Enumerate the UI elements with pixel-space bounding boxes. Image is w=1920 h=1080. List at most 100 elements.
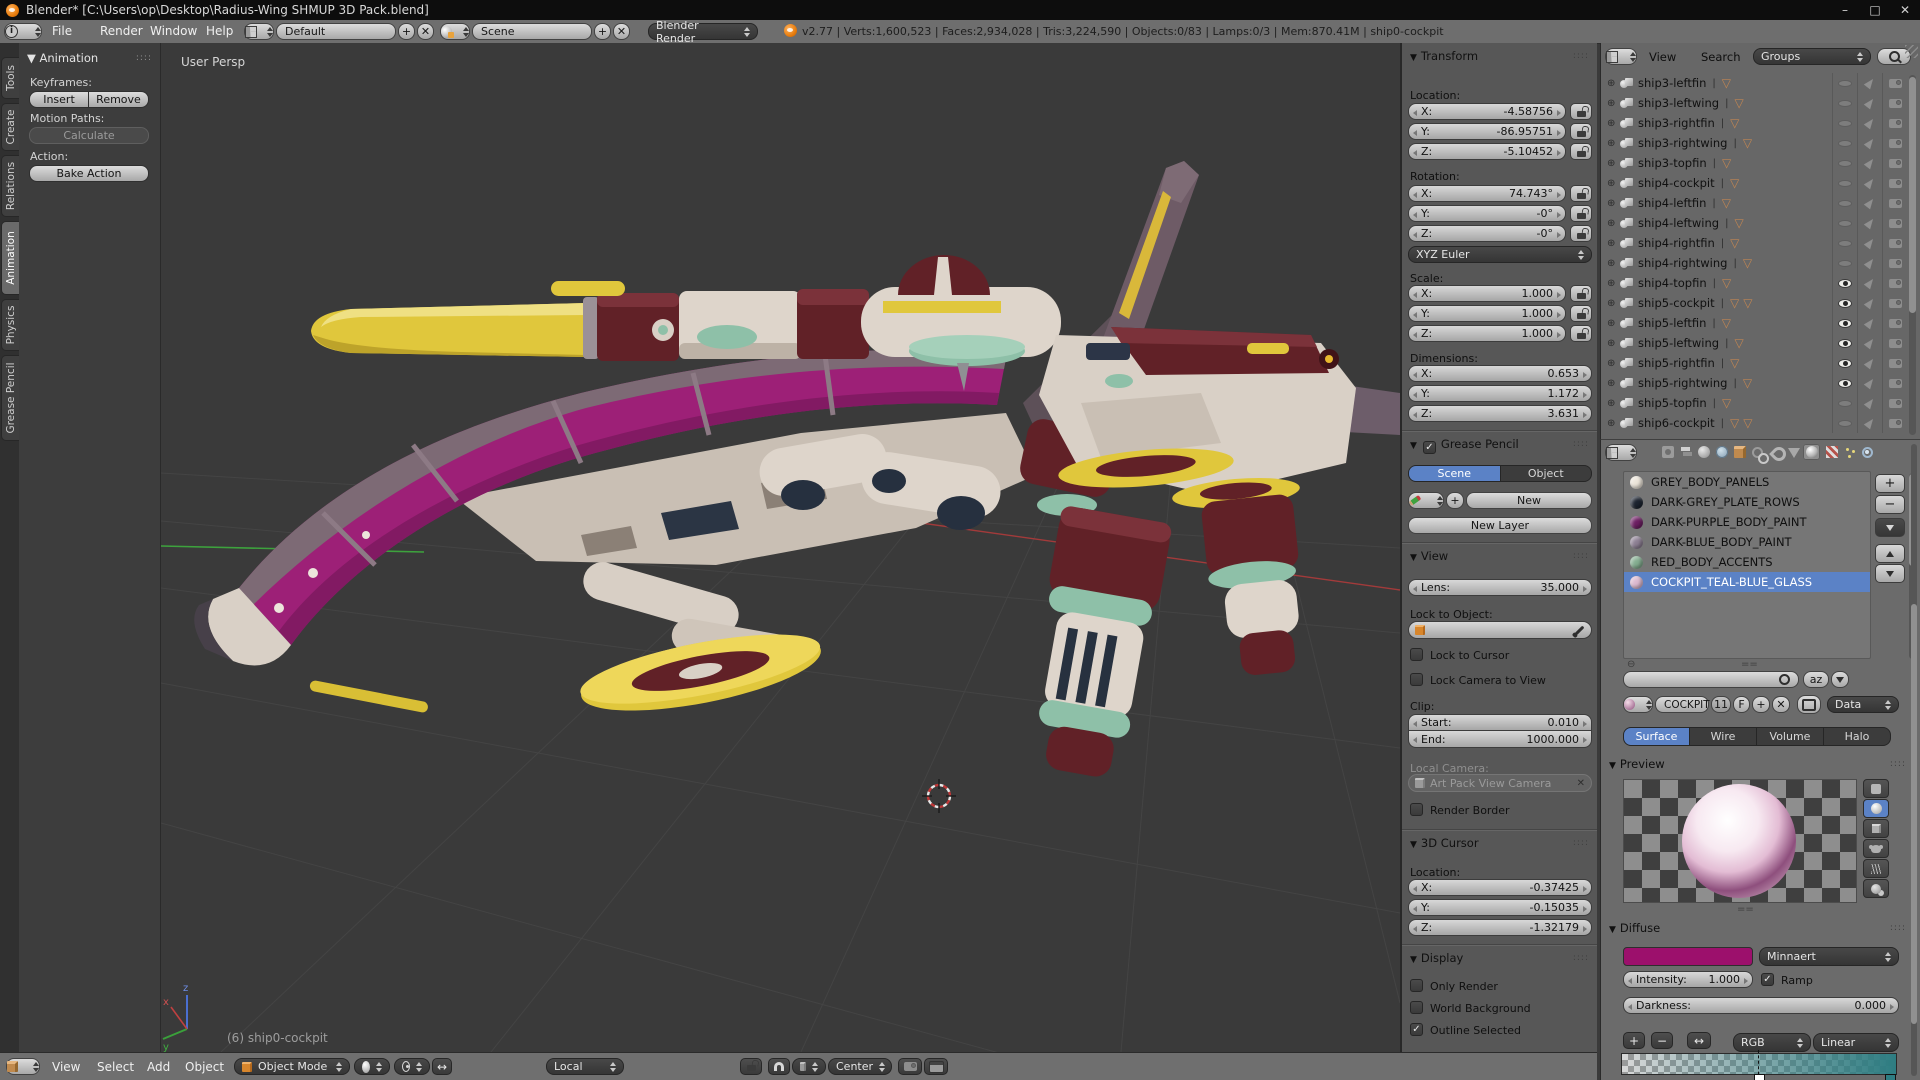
fake-user-button[interactable]: F — [1733, 696, 1750, 713]
outliner-view-menu[interactable]: View — [1649, 50, 1676, 64]
preview-cube-button[interactable] — [1863, 819, 1889, 838]
outliner-item[interactable]: ⊕ship3-rightwing|▽ — [1601, 133, 1907, 153]
display-panel-header[interactable]: ▼Display — [1410, 951, 1463, 965]
renderability-camera-icon[interactable] — [1889, 79, 1902, 88]
lock-camera-checkbox[interactable] — [1410, 673, 1423, 686]
diffuse-intensity-field[interactable]: Intensity:1.000 — [1623, 971, 1753, 988]
number-field[interactable]: Z:-5.10452 — [1408, 143, 1566, 160]
object-name[interactable]: ship5-leftfin — [1638, 316, 1706, 330]
renderability-camera-icon[interactable] — [1889, 359, 1902, 368]
add-material-slot-button[interactable]: + — [1875, 474, 1905, 493]
move-slot-up-button[interactable] — [1875, 544, 1905, 563]
list-collapse-icon[interactable]: ⊖ — [1627, 659, 1635, 670]
panel-drag-dots[interactable]: :::: — [136, 53, 152, 63]
tab-physics[interactable]: Physics — [1, 299, 19, 351]
selectability-cursor-icon[interactable] — [1864, 197, 1876, 210]
tab-object[interactable] — [1731, 444, 1748, 460]
outliner-scrollbar[interactable] — [1909, 75, 1916, 435]
panel-drag-dots[interactable]: :::: — [1890, 759, 1906, 769]
tab-animation[interactable]: Animation — [1, 221, 19, 295]
expand-icon[interactable]: ⊕ — [1607, 98, 1620, 109]
panel-drag-dots[interactable]: :::: — [1573, 838, 1589, 848]
outliner-item[interactable]: ⊕ship4-leftwing|▽ — [1601, 213, 1907, 233]
renderability-camera-icon[interactable] — [1889, 219, 1902, 228]
panel-drag-dots[interactable]: :::: — [1573, 51, 1589, 61]
only-render-checkbox[interactable] — [1410, 979, 1423, 992]
clip-end-field[interactable]: End:1000.000 — [1408, 731, 1592, 748]
material-slot[interactable]: DARK-BLUE_BODY_PAINT — [1624, 532, 1870, 552]
selectability-cursor-icon[interactable] — [1864, 137, 1876, 150]
rotation-mode-dropdown[interactable]: XYZ Euler — [1408, 246, 1592, 263]
object-name[interactable]: ship4-leftwing — [1638, 216, 1719, 230]
outliner-item[interactable]: ⊕ship5-rightfin|▽ — [1601, 353, 1907, 373]
cursor-panel-header[interactable]: ▼3D Cursor — [1410, 836, 1479, 850]
outliner-item[interactable]: ⊕ship3-rightfin|▽ — [1601, 113, 1907, 133]
expand-icon[interactable]: ⊕ — [1607, 318, 1620, 329]
corner-resize-grip[interactable] — [1905, 45, 1918, 58]
object-name[interactable]: ship4-rightfin — [1638, 236, 1715, 250]
renderability-camera-icon[interactable] — [1889, 199, 1902, 208]
visibility-eye-icon[interactable] — [1838, 299, 1852, 308]
object-name[interactable]: ship5-rightwing — [1638, 376, 1727, 390]
visibility-eye-icon[interactable] — [1838, 420, 1852, 427]
object-name[interactable]: ship3-leftfin — [1638, 76, 1706, 90]
lock-transform-button[interactable] — [1570, 325, 1592, 342]
delete-layout-button[interactable]: ✕ — [417, 23, 434, 40]
visibility-eye-icon[interactable] — [1838, 400, 1852, 407]
ramp-handle-end[interactable] — [1890, 1050, 1891, 1080]
tab-grease-pencil[interactable]: Grease Pencil — [1, 355, 19, 441]
selectability-cursor-icon[interactable] — [1864, 217, 1876, 230]
number-field[interactable]: X:-0.37425 — [1408, 879, 1592, 896]
panel-drag-dots[interactable]: :::: — [1573, 953, 1589, 963]
grease-pencil-checkbox[interactable]: ✓ — [1423, 441, 1436, 454]
object-name[interactable]: ship5-rightfin — [1638, 356, 1715, 370]
expand-icon[interactable]: ⊕ — [1607, 298, 1620, 309]
clip-start-field[interactable]: Start:0.010 — [1408, 714, 1592, 731]
number-field[interactable]: Z:1.000 — [1408, 325, 1566, 342]
lock-transform-button[interactable] — [1570, 225, 1592, 242]
unlink-material-button[interactable]: ✕ — [1772, 696, 1790, 713]
local-camera-field[interactable]: Art Pack View Camera✕ — [1408, 774, 1592, 792]
diffuse-color-swatch[interactable] — [1623, 947, 1753, 966]
filter-dropdown-button[interactable] — [1831, 671, 1849, 688]
outliner-item[interactable]: ⊕ship5-cockpit|▽▽ — [1601, 293, 1907, 313]
grease-pencil-panel-header[interactable]: ▼✓Grease Pencil — [1410, 437, 1519, 454]
outliner-item[interactable]: ⊕ship4-cockpit|▽ — [1601, 173, 1907, 193]
lock-to-scene-button[interactable] — [740, 1058, 762, 1075]
node-editor-button[interactable] — [1797, 695, 1821, 714]
tab-object-data[interactable] — [1785, 444, 1802, 460]
selectability-cursor-icon[interactable] — [1864, 117, 1876, 130]
selectability-cursor-icon[interactable] — [1864, 297, 1876, 310]
tab-material[interactable] — [1803, 444, 1820, 460]
tab-relations[interactable]: Relations — [1, 155, 19, 217]
visibility-eye-icon[interactable] — [1838, 339, 1852, 348]
renderability-camera-icon[interactable] — [1889, 119, 1902, 128]
expand-icon[interactable]: ⊕ — [1607, 338, 1620, 349]
material-search-field[interactable] — [1623, 671, 1799, 688]
selectability-cursor-icon[interactable] — [1864, 377, 1876, 390]
menu-select[interactable]: Select — [97, 1060, 134, 1074]
viewport-3d[interactable]: z y x User Persp (6) ship0-cockpit — [161, 43, 1400, 1052]
ramp-checkbox[interactable]: ✓ — [1761, 973, 1774, 986]
screen-layout-field[interactable]: Default — [276, 23, 396, 40]
darkness-field[interactable]: Darkness:0.000 — [1623, 997, 1899, 1014]
object-name[interactable]: ship4-rightwing — [1638, 256, 1727, 270]
number-field[interactable]: Z:3.631 — [1408, 405, 1592, 422]
view-panel-header[interactable]: ▼View — [1410, 549, 1448, 563]
tab-texture[interactable] — [1823, 444, 1840, 460]
expand-icon[interactable]: ⊕ — [1607, 218, 1620, 229]
calculate-motion-paths-button[interactable]: Calculate — [29, 127, 149, 144]
outliner-item[interactable]: ⊕ship5-topfin|▽ — [1601, 393, 1907, 413]
visibility-eye-icon[interactable] — [1838, 120, 1852, 127]
object-name[interactable]: ship3-topfin — [1638, 156, 1707, 170]
renderability-camera-icon[interactable] — [1889, 379, 1902, 388]
selectability-cursor-icon[interactable] — [1864, 417, 1876, 430]
number-field[interactable]: Z:-0° — [1408, 225, 1566, 242]
minimize-button[interactable]: – — [1830, 3, 1860, 17]
panel-drag-dots[interactable]: :::: — [1573, 439, 1589, 449]
lock-transform-button[interactable] — [1570, 285, 1592, 302]
selectability-cursor-icon[interactable] — [1864, 237, 1876, 250]
render-border-checkbox[interactable] — [1410, 803, 1423, 816]
ramp-delete-button[interactable]: − — [1651, 1032, 1673, 1049]
object-name[interactable]: ship5-topfin — [1638, 396, 1707, 410]
